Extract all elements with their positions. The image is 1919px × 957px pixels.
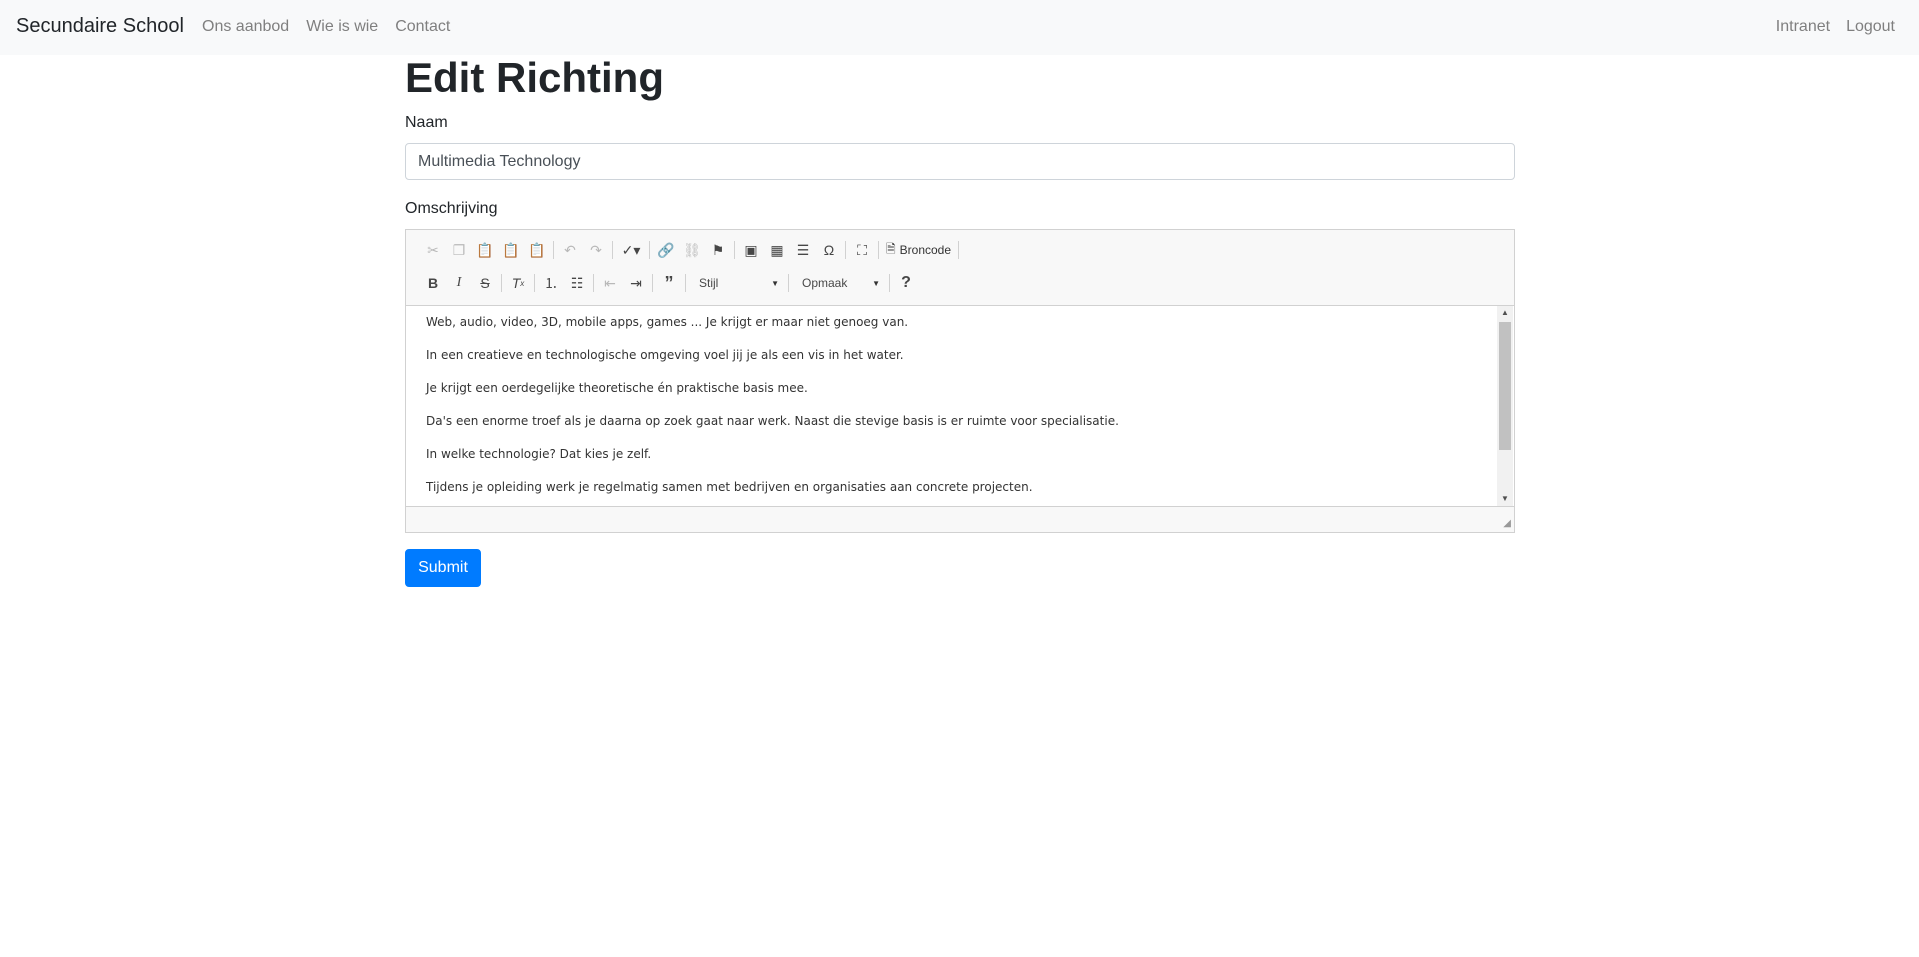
anchor-flag-icon[interactable]: ⚑ <box>705 238 731 262</box>
source-button-label: Broncode <box>899 243 952 257</box>
format-combo[interactable]: Opmaak ▼ <box>792 272 886 294</box>
nav-link-contact[interactable]: Contact <box>395 18 450 36</box>
strikethrough-icon[interactable]: S <box>472 271 498 295</box>
content-paragraph: Tijdens je opleiding werk je regelmatig … <box>426 480 1033 494</box>
toolbar-separator <box>734 241 735 259</box>
paste-icon[interactable]: 📋 <box>472 238 498 262</box>
indent-icon[interactable]: ⇥ <box>623 271 649 295</box>
toolbar-separator <box>652 274 653 292</box>
special-char-icon[interactable]: Ω <box>816 238 842 262</box>
naam-input[interactable] <box>405 143 1515 180</box>
nav-link-logout[interactable]: Logout <box>1846 18 1895 36</box>
chevron-down-icon: ▼ <box>872 278 880 288</box>
blockquote-icon[interactable]: ” <box>656 271 682 295</box>
undo-icon[interactable]: ↶ <box>557 238 583 262</box>
horizontal-rule-icon[interactable]: ☰ <box>790 238 816 262</box>
nav-link-intranet[interactable]: Intranet <box>1776 18 1830 36</box>
bold-icon[interactable]: B <box>420 271 446 295</box>
nav-right: Intranet Logout <box>1760 18 1895 36</box>
remove-format-icon[interactable]: Tx <box>505 271 531 295</box>
editor-content-area[interactable]: Web, audio, video, 3D, mobile apps, game… <box>406 306 1496 506</box>
scroll-up-arrow-icon[interactable]: ▲ <box>1497 306 1513 320</box>
link-icon[interactable]: 🔗 <box>653 238 679 262</box>
nav-link-wie-is-wie[interactable]: Wie is wie <box>306 18 378 36</box>
source-button[interactable]: 🗎 Broncode <box>882 238 955 262</box>
content-paragraph: Web, audio, video, 3D, mobile apps, game… <box>426 315 909 329</box>
toolbar-separator <box>553 241 554 259</box>
toolbar-separator <box>889 274 890 292</box>
table-icon[interactable]: ▦ <box>764 238 790 262</box>
help-icon[interactable]: ? <box>893 271 919 295</box>
toolbar-separator <box>612 241 613 259</box>
toolbar-separator <box>878 241 879 259</box>
paste-word-icon[interactable]: 📋 <box>524 238 550 262</box>
toolbar-separator <box>649 241 650 259</box>
style-combo[interactable]: Stijl ▼ <box>689 272 785 294</box>
redo-icon[interactable]: ↷ <box>583 238 609 262</box>
bulleted-list-icon[interactable]: ☷ <box>564 271 590 295</box>
copy-icon[interactable]: ❐ <box>446 238 472 262</box>
editor-scrollbar[interactable]: ▲ ▼ <box>1497 306 1513 506</box>
omschrijving-label: Omschrijving <box>405 200 498 217</box>
editor-bottom-bar: ◢ <box>406 506 1514 532</box>
page-title: Edit Richting <box>405 54 664 101</box>
resize-handle-icon[interactable]: ◢ <box>1503 518 1511 529</box>
toolbar-separator <box>501 274 502 292</box>
maximize-icon[interactable]: ⛶ <box>849 238 875 262</box>
rich-text-editor: ✂ ❐ 📋 📋 📋 ↶ ↷ ✓▾ 🔗 ⛓ ⚑ ▣ ▦ ☰ Ω ⛶ 🗎 Bronc <box>405 229 1515 533</box>
italic-icon[interactable]: I <box>446 271 472 295</box>
nav-link-ons-aanbod[interactable]: Ons aanbod <box>202 18 289 36</box>
navbar-brand[interactable]: Secundaire School <box>16 15 184 38</box>
format-combo-label: Opmaak <box>802 276 848 290</box>
toolbar-separator <box>593 274 594 292</box>
chevron-down-icon: ▼ <box>771 278 779 288</box>
content-paragraph: In een creatieve en technologische omgev… <box>426 348 904 362</box>
scroll-down-arrow-icon[interactable]: ▼ <box>1497 492 1513 506</box>
source-icon: 🗎 <box>886 241 896 256</box>
image-icon[interactable]: ▣ <box>738 238 764 262</box>
submit-button[interactable]: Submit <box>405 549 481 587</box>
spellcheck-icon[interactable]: ✓▾ <box>616 238 646 262</box>
scrollbar-thumb[interactable] <box>1499 322 1511 450</box>
outdent-icon[interactable]: ⇤ <box>597 271 623 295</box>
numbered-list-icon[interactable]: ⒈ <box>538 271 564 295</box>
nav-left: Ons aanbod Wie is wie Contact <box>202 18 467 36</box>
toolbar-separator <box>845 241 846 259</box>
editor-toolbar: ✂ ❐ 📋 📋 📋 ↶ ↷ ✓▾ 🔗 ⛓ ⚑ ▣ ▦ ☰ Ω ⛶ 🗎 Bronc <box>406 230 1514 306</box>
content-paragraph: Je krijgt een oerdegelijke theoretische … <box>426 381 808 395</box>
toolbar-row-2: B I S Tx ⒈ ☷ ⇤ ⇥ ” Stijl ▼ Opmaak ▼ ? <box>420 270 919 296</box>
content-paragraph: Da's een enorme troef als je daarna op z… <box>426 414 1119 428</box>
toolbar-separator <box>788 274 789 292</box>
naam-label: Naam <box>405 114 448 131</box>
toolbar-separator <box>958 241 960 259</box>
navbar: Secundaire School Ons aanbod Wie is wie … <box>0 0 1919 55</box>
content-paragraph: In welke technologie? Dat kies je zelf. <box>426 447 652 461</box>
paste-text-icon[interactable]: 📋 <box>498 238 524 262</box>
toolbar-separator <box>685 274 686 292</box>
toolbar-row-1: ✂ ❐ 📋 📋 📋 ↶ ↷ ✓▾ 🔗 ⛓ ⚑ ▣ ▦ ☰ Ω ⛶ 🗎 Bronc <box>420 237 962 263</box>
style-combo-label: Stijl <box>699 276 719 290</box>
toolbar-separator <box>534 274 535 292</box>
unlink-icon[interactable]: ⛓ <box>679 238 705 262</box>
cut-icon[interactable]: ✂ <box>420 238 446 262</box>
